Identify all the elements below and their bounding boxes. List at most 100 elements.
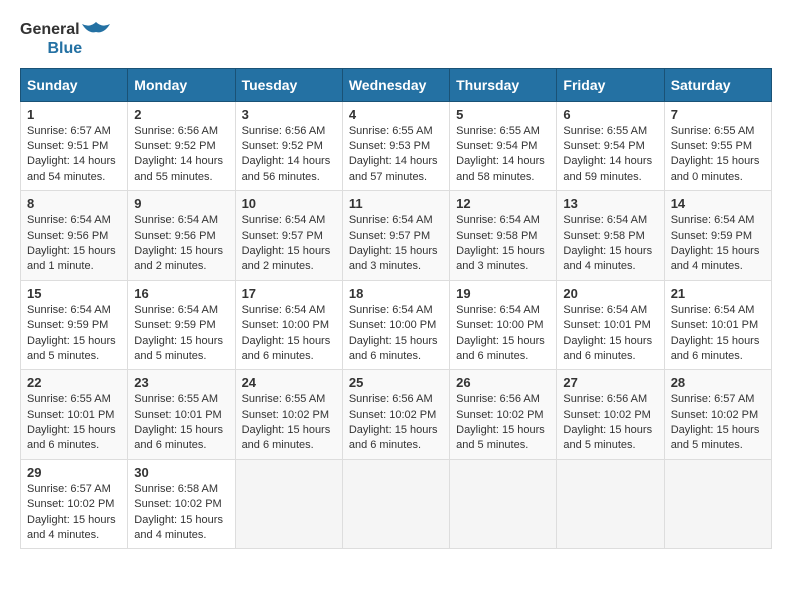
day-number: 18 [349, 286, 443, 301]
day-number: 24 [242, 375, 336, 390]
day-info: Sunrise: 6:54 AM Sunset: 10:01 PM Daylig… [563, 303, 657, 365]
day-number: 20 [563, 286, 657, 301]
day-info: Sunrise: 6:56 AM Sunset: 10:02 PM Daylig… [563, 392, 657, 454]
calendar-cell: 8 Sunrise: 6:54 AM Sunset: 9:56 PM Dayli… [21, 191, 128, 281]
col-wednesday: Wednesday [342, 68, 449, 101]
day-info: Sunrise: 6:56 AM Sunset: 10:02 PM Daylig… [456, 392, 550, 454]
day-number: 14 [671, 196, 765, 211]
day-info: Sunrise: 6:57 AM Sunset: 9:51 PM Dayligh… [27, 124, 121, 186]
day-info: Sunrise: 6:54 AM Sunset: 9:56 PM Dayligh… [27, 213, 121, 275]
day-info: Sunrise: 6:55 AM Sunset: 9:54 PM Dayligh… [456, 124, 550, 186]
calendar-table: Sunday Monday Tuesday Wednesday Thursday… [20, 68, 772, 550]
day-info: Sunrise: 6:54 AM Sunset: 10:00 PM Daylig… [456, 303, 550, 365]
calendar-cell: 11 Sunrise: 6:54 AM Sunset: 9:57 PM Dayl… [342, 191, 449, 281]
calendar-cell: 1 Sunrise: 6:57 AM Sunset: 9:51 PM Dayli… [21, 101, 128, 191]
day-info: Sunrise: 6:56 AM Sunset: 9:52 PM Dayligh… [134, 124, 228, 186]
calendar-cell: 2 Sunrise: 6:56 AM Sunset: 9:52 PM Dayli… [128, 101, 235, 191]
calendar-cell: 24 Sunrise: 6:55 AM Sunset: 10:02 PM Day… [235, 370, 342, 460]
week-row-1: 1 Sunrise: 6:57 AM Sunset: 9:51 PM Dayli… [21, 101, 772, 191]
calendar-cell: 29 Sunrise: 6:57 AM Sunset: 10:02 PM Day… [21, 459, 128, 549]
calendar-cell: 3 Sunrise: 6:56 AM Sunset: 9:52 PM Dayli… [235, 101, 342, 191]
page-header: General Blue [20, 20, 772, 58]
col-tuesday: Tuesday [235, 68, 342, 101]
day-number: 15 [27, 286, 121, 301]
calendar-cell: 17 Sunrise: 6:54 AM Sunset: 10:00 PM Day… [235, 280, 342, 370]
calendar-cell: 4 Sunrise: 6:55 AM Sunset: 9:53 PM Dayli… [342, 101, 449, 191]
week-row-2: 8 Sunrise: 6:54 AM Sunset: 9:56 PM Dayli… [21, 191, 772, 281]
day-info: Sunrise: 6:54 AM Sunset: 9:58 PM Dayligh… [563, 213, 657, 275]
day-info: Sunrise: 6:55 AM Sunset: 9:54 PM Dayligh… [563, 124, 657, 186]
day-number: 13 [563, 196, 657, 211]
calendar-cell: 30 Sunrise: 6:58 AM Sunset: 10:02 PM Day… [128, 459, 235, 549]
calendar-cell: 25 Sunrise: 6:56 AM Sunset: 10:02 PM Day… [342, 370, 449, 460]
day-info: Sunrise: 6:56 AM Sunset: 10:02 PM Daylig… [349, 392, 443, 454]
day-number: 30 [134, 465, 228, 480]
calendar-cell: 5 Sunrise: 6:55 AM Sunset: 9:54 PM Dayli… [450, 101, 557, 191]
calendar-cell: 23 Sunrise: 6:55 AM Sunset: 10:01 PM Day… [128, 370, 235, 460]
calendar-cell: 7 Sunrise: 6:55 AM Sunset: 9:55 PM Dayli… [664, 101, 771, 191]
day-number: 5 [456, 107, 550, 122]
day-info: Sunrise: 6:55 AM Sunset: 10:01 PM Daylig… [134, 392, 228, 454]
logo-bird-icon [82, 20, 110, 40]
col-saturday: Saturday [664, 68, 771, 101]
logo: General Blue [20, 20, 110, 58]
calendar-cell: 21 Sunrise: 6:54 AM Sunset: 10:01 PM Day… [664, 280, 771, 370]
day-number: 4 [349, 107, 443, 122]
week-row-3: 15 Sunrise: 6:54 AM Sunset: 9:59 PM Dayl… [21, 280, 772, 370]
day-number: 26 [456, 375, 550, 390]
day-info: Sunrise: 6:54 AM Sunset: 9:56 PM Dayligh… [134, 213, 228, 275]
day-info: Sunrise: 6:55 AM Sunset: 10:01 PM Daylig… [27, 392, 121, 454]
day-info: Sunrise: 6:57 AM Sunset: 10:02 PM Daylig… [671, 392, 765, 454]
day-info: Sunrise: 6:55 AM Sunset: 9:53 PM Dayligh… [349, 124, 443, 186]
day-number: 22 [27, 375, 121, 390]
calendar-cell: 13 Sunrise: 6:54 AM Sunset: 9:58 PM Dayl… [557, 191, 664, 281]
day-info: Sunrise: 6:54 AM Sunset: 9:59 PM Dayligh… [671, 213, 765, 275]
day-number: 16 [134, 286, 228, 301]
day-number: 8 [27, 196, 121, 211]
logo-blue: Blue [47, 40, 82, 57]
calendar-cell: 20 Sunrise: 6:54 AM Sunset: 10:01 PM Day… [557, 280, 664, 370]
col-monday: Monday [128, 68, 235, 101]
day-number: 11 [349, 196, 443, 211]
day-number: 12 [456, 196, 550, 211]
day-number: 29 [27, 465, 121, 480]
day-number: 6 [563, 107, 657, 122]
calendar-cell: 10 Sunrise: 6:54 AM Sunset: 9:57 PM Dayl… [235, 191, 342, 281]
calendar-cell [235, 459, 342, 549]
day-number: 17 [242, 286, 336, 301]
calendar-cell [342, 459, 449, 549]
day-info: Sunrise: 6:56 AM Sunset: 9:52 PM Dayligh… [242, 124, 336, 186]
week-row-4: 22 Sunrise: 6:55 AM Sunset: 10:01 PM Day… [21, 370, 772, 460]
day-number: 3 [242, 107, 336, 122]
day-info: Sunrise: 6:54 AM Sunset: 9:57 PM Dayligh… [349, 213, 443, 275]
day-number: 23 [134, 375, 228, 390]
day-number: 10 [242, 196, 336, 211]
day-info: Sunrise: 6:54 AM Sunset: 10:01 PM Daylig… [671, 303, 765, 365]
col-friday: Friday [557, 68, 664, 101]
calendar-cell: 6 Sunrise: 6:55 AM Sunset: 9:54 PM Dayli… [557, 101, 664, 191]
day-number: 21 [671, 286, 765, 301]
day-info: Sunrise: 6:55 AM Sunset: 10:02 PM Daylig… [242, 392, 336, 454]
calendar-cell: 16 Sunrise: 6:54 AM Sunset: 9:59 PM Dayl… [128, 280, 235, 370]
calendar-cell: 12 Sunrise: 6:54 AM Sunset: 9:58 PM Dayl… [450, 191, 557, 281]
calendar-cell: 18 Sunrise: 6:54 AM Sunset: 10:00 PM Day… [342, 280, 449, 370]
header-row: Sunday Monday Tuesday Wednesday Thursday… [21, 68, 772, 101]
day-info: Sunrise: 6:54 AM Sunset: 10:00 PM Daylig… [242, 303, 336, 365]
day-info: Sunrise: 6:54 AM Sunset: 9:57 PM Dayligh… [242, 213, 336, 275]
day-info: Sunrise: 6:58 AM Sunset: 10:02 PM Daylig… [134, 482, 228, 544]
day-info: Sunrise: 6:54 AM Sunset: 10:00 PM Daylig… [349, 303, 443, 365]
calendar-cell: 22 Sunrise: 6:55 AM Sunset: 10:01 PM Day… [21, 370, 128, 460]
day-info: Sunrise: 6:55 AM Sunset: 9:55 PM Dayligh… [671, 124, 765, 186]
day-number: 1 [27, 107, 121, 122]
calendar-body: 1 Sunrise: 6:57 AM Sunset: 9:51 PM Dayli… [21, 101, 772, 549]
logo-general: General [20, 21, 80, 39]
day-info: Sunrise: 6:54 AM Sunset: 9:59 PM Dayligh… [134, 303, 228, 365]
calendar-cell [557, 459, 664, 549]
col-thursday: Thursday [450, 68, 557, 101]
calendar-cell: 15 Sunrise: 6:54 AM Sunset: 9:59 PM Dayl… [21, 280, 128, 370]
col-sunday: Sunday [21, 68, 128, 101]
day-info: Sunrise: 6:57 AM Sunset: 10:02 PM Daylig… [27, 482, 121, 544]
day-number: 2 [134, 107, 228, 122]
calendar-header: Sunday Monday Tuesday Wednesday Thursday… [21, 68, 772, 101]
day-number: 25 [349, 375, 443, 390]
